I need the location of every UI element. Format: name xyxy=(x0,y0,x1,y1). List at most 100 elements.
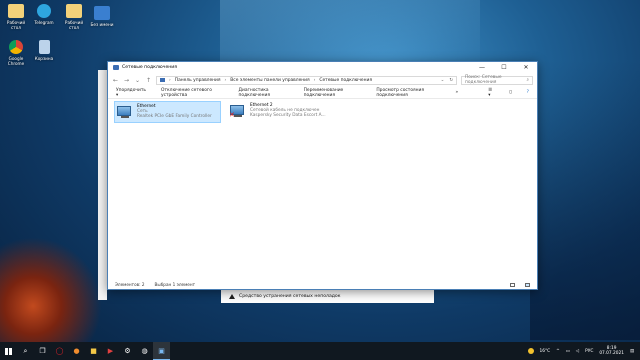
task-view-icon: ❐ xyxy=(39,347,46,355)
taskbar-opera[interactable]: ◯ xyxy=(51,342,68,360)
desktop-icon-untitled[interactable]: Без имени xyxy=(88,6,116,27)
breadcrumb-separator: › xyxy=(169,77,171,83)
taskbar-network-connections[interactable]: ▣ xyxy=(153,342,170,360)
tiles-view-icon[interactable] xyxy=(525,282,530,287)
connection-item-ethernet[interactable]: Ethernet Сеть Realtek PCIe GbE Family Co… xyxy=(114,101,221,123)
language-indicator[interactable]: РУС xyxy=(585,349,593,354)
diagnose-button[interactable]: Диагностика подключения xyxy=(239,88,289,98)
address-dropdown-icon[interactable]: ⌄ xyxy=(441,78,445,83)
recycle-bin-icon xyxy=(38,40,50,54)
search-icon: ⌕ xyxy=(23,346,28,355)
back-arrow-icon[interactable]: ← xyxy=(112,77,119,84)
desktop-icon-recycle-bin[interactable]: Корзина xyxy=(30,40,58,61)
forward-arrow-icon[interactable]: → xyxy=(123,77,130,84)
desktop-icon-folder-2[interactable]: Рабочий стол xyxy=(60,4,88,30)
start-button[interactable] xyxy=(0,342,17,360)
search-taskbar-button[interactable]: ⌕ xyxy=(17,342,34,360)
breadcrumb-separator: › xyxy=(313,77,316,83)
breadcrumb-separator: › xyxy=(224,77,227,83)
window-title: Сетевые подключения xyxy=(122,65,178,70)
breadcrumb-all-items[interactable]: Все элементы панели управления xyxy=(230,78,309,83)
app-icon: ◍ xyxy=(141,347,148,355)
folder-icon xyxy=(66,4,82,18)
desktop-icon-label: Рабочий стол xyxy=(64,20,84,30)
taskbar-media[interactable]: ▶ xyxy=(102,342,119,360)
background-shadow xyxy=(530,60,640,340)
command-bar: Упорядочить ▾ Отключение сетевого устрой… xyxy=(108,87,537,99)
background-window-edge xyxy=(98,70,107,300)
chrome-icon xyxy=(9,40,23,54)
connection-device: Kaspersky Security Data Escort A... xyxy=(250,113,326,119)
address-bar[interactable]: › Панель управления › Все элементы панел… xyxy=(156,75,457,85)
item-count: Элементов: 2 xyxy=(115,282,145,287)
up-arrow-icon[interactable]: ↑ xyxy=(145,77,152,84)
task-view-button[interactable]: ❐ xyxy=(34,342,51,360)
more-chevron-icon[interactable]: » xyxy=(456,90,459,95)
notifications-icon[interactable]: ▤ xyxy=(630,349,634,354)
close-button[interactable]: ✕ xyxy=(515,62,537,73)
desktop-icon-telegram[interactable]: Telegram xyxy=(30,4,58,25)
volume-icon[interactable]: ◁ xyxy=(576,349,579,354)
help-icon[interactable]: ? xyxy=(527,90,529,95)
background-reef xyxy=(0,222,110,342)
recent-chevron-icon[interactable]: ⌄ xyxy=(134,77,141,84)
taskbar-explorer[interactable]: ■ xyxy=(85,342,102,360)
network-connections-window[interactable]: Сетевые подключения — ☐ ✕ ← → ⌄ ↑ › Пане… xyxy=(107,61,538,290)
desktop-icon-folder-1[interactable]: Рабочий стол xyxy=(2,4,30,30)
view-options-icon[interactable]: ☰ ▾ xyxy=(488,88,494,98)
clock[interactable]: 8:19 07.07.2021 xyxy=(599,346,624,356)
taskbar-firefox[interactable]: ● xyxy=(68,342,85,360)
desktop-icon-label: Google Chrome xyxy=(7,56,25,66)
system-tray: 16°C ^ ▭ ◁ РУС 8:19 07.07.2021 ▤ xyxy=(527,346,640,356)
network-adapter-disconnected-icon: ✕ xyxy=(229,105,246,119)
breadcrumb-network-connections[interactable]: Сетевые подключения xyxy=(319,78,372,83)
title-bar[interactable]: Сетевые подключения — ☐ ✕ xyxy=(108,62,537,73)
address-row: ← → ⌄ ↑ › Панель управления › Все элемен… xyxy=(108,73,537,87)
troubleshooter-title: Средство устранения сетевых неполадок xyxy=(239,293,341,299)
selected-count: Выбран 1 элемент xyxy=(154,282,196,287)
desktop-icon-chrome[interactable]: Google Chrome xyxy=(2,40,30,66)
desktop-icon-label: Корзина xyxy=(34,56,54,61)
network-folder-icon xyxy=(113,65,119,70)
minimize-button[interactable]: — xyxy=(471,62,493,73)
gear-icon: ⚙ xyxy=(124,347,131,355)
network-folder-icon: ▣ xyxy=(158,346,165,355)
disable-device-button[interactable]: Отключение сетевого устройства xyxy=(161,88,224,98)
search-placeholder: Поиск: Сетевые подключения xyxy=(465,75,502,85)
weather-icon[interactable] xyxy=(527,348,534,354)
rename-button[interactable]: Переименование подключения xyxy=(304,88,362,98)
opera-icon: ◯ xyxy=(55,347,64,355)
media-icon: ▶ xyxy=(107,347,114,355)
network-tray-icon[interactable]: ▭ xyxy=(566,349,570,354)
windows-logo-icon xyxy=(5,347,12,355)
desktop-icon-label: Telegram xyxy=(34,20,54,25)
desktop-icon-label: Рабочий стол xyxy=(6,20,26,30)
troubleshooter-window[interactable]: Средство устранения сетевых неполадок xyxy=(221,289,434,303)
folder-icon xyxy=(8,4,24,18)
folder-icon: ■ xyxy=(90,347,97,355)
image-file-icon xyxy=(94,6,110,20)
search-input[interactable]: Поиск: Сетевые подключения ⌕ xyxy=(461,75,533,85)
connection-item-ethernet-2[interactable]: ✕ Ethernet 2 Сетевой кабель не подключен… xyxy=(228,101,338,123)
view-status-button[interactable]: Просмотр состояния подключения xyxy=(376,88,440,98)
taskbar: ⌕ ❐ ◯ ● ■ ▶ ⚙ ◍ ▣ 16°C ^ ▭ ◁ РУС 8:19 07… xyxy=(0,342,640,360)
network-adapter-icon xyxy=(117,106,133,119)
search-icon: ⌕ xyxy=(526,78,529,83)
connection-device: Realtek PCIe GbE Family Controller xyxy=(137,114,212,120)
taskbar-app[interactable]: ◍ xyxy=(136,342,153,360)
weather-temp[interactable]: 16°C xyxy=(540,349,551,354)
telegram-icon xyxy=(37,4,51,18)
firefox-icon: ● xyxy=(73,347,80,355)
preview-pane-icon[interactable]: ▯ xyxy=(509,90,511,95)
maximize-button[interactable]: ☐ xyxy=(493,62,515,73)
breadcrumb-control-panel[interactable]: Панель управления xyxy=(175,78,221,83)
control-panel-icon xyxy=(160,78,165,82)
refresh-icon[interactable]: ↻ xyxy=(449,78,453,83)
details-view-icon[interactable] xyxy=(510,282,515,287)
status-bar: Элементов: 2 Выбран 1 элемент xyxy=(108,280,537,289)
taskbar-settings[interactable]: ⚙ xyxy=(119,342,136,360)
organize-button[interactable]: Упорядочить ▾ xyxy=(116,88,146,98)
desktop-icon-label: Без имени xyxy=(90,22,114,27)
items-view[interactable]: Ethernet Сеть Realtek PCIe GbE Family Co… xyxy=(108,100,537,280)
tray-chevron-icon[interactable]: ^ xyxy=(556,349,560,354)
